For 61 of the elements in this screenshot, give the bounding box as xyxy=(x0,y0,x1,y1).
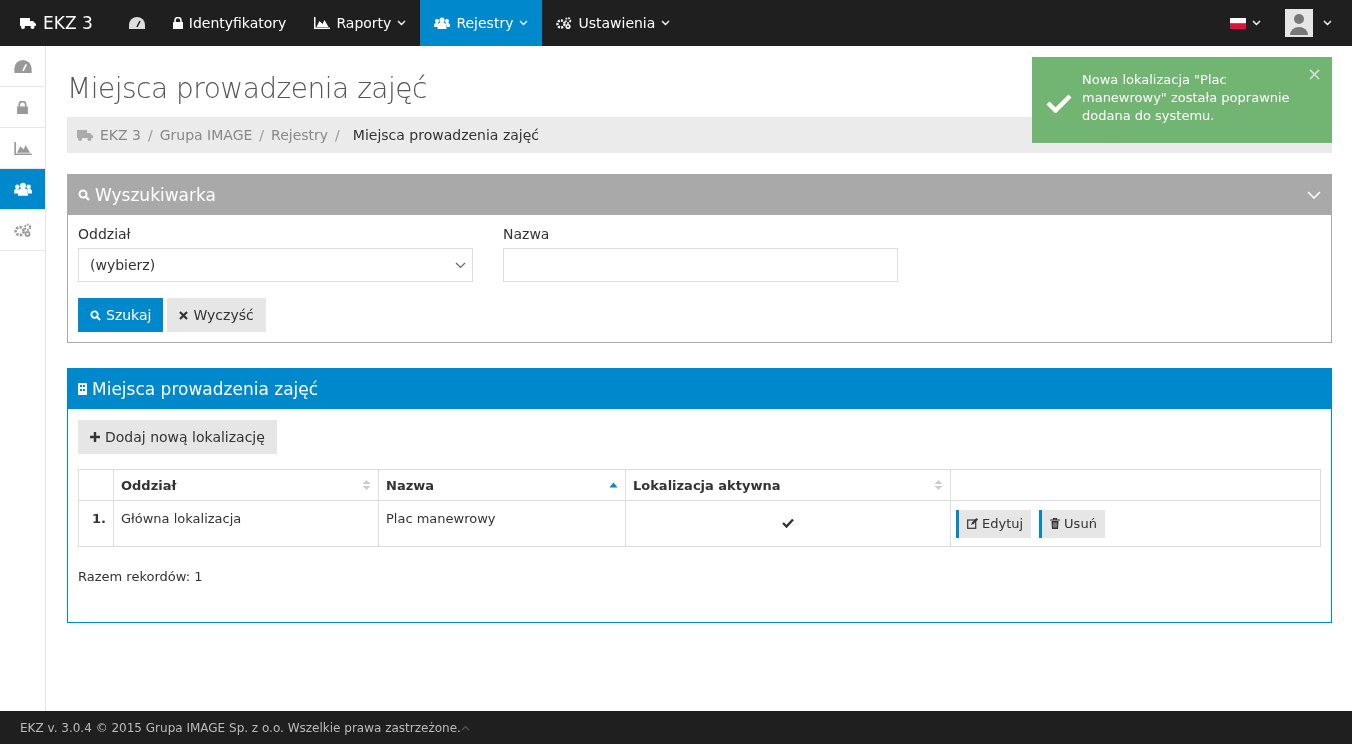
table-cell: Plac manewrowy xyxy=(378,500,626,547)
edit-button[interactable]: Edytuj xyxy=(956,509,1032,538)
delete-button[interactable]: Usuń xyxy=(1039,509,1105,538)
page-title: Miejsca prowadzenia zajęć xyxy=(67,72,427,105)
chevron-down-icon xyxy=(455,261,466,269)
area-chart-icon xyxy=(314,17,331,29)
plus-icon xyxy=(90,432,100,442)
search-button[interactable]: Szukaj xyxy=(78,298,164,332)
record-count: Razem rekordów: 1 xyxy=(78,569,204,584)
clear-button[interactable]: Wyczyść xyxy=(167,298,266,332)
field-label: Nazwa xyxy=(503,226,551,242)
breadcrumb-separator: / xyxy=(148,127,153,143)
nav-menu-item[interactable]: Raporty xyxy=(300,0,421,46)
poland-flag-icon xyxy=(1230,17,1246,29)
building-icon xyxy=(78,383,87,395)
select-field[interactable]: (wybierz) xyxy=(78,248,473,282)
column-title: Oddział xyxy=(121,477,177,493)
sidebar-item[interactable] xyxy=(0,169,45,210)
area-chart-icon xyxy=(13,141,32,155)
avatar-icon xyxy=(1285,9,1313,37)
search-icon xyxy=(90,309,101,321)
chevron-down-icon xyxy=(1323,20,1332,26)
column-title: Nazwa xyxy=(386,477,434,493)
nav-menu-item[interactable]: Identyfikatory xyxy=(158,0,301,46)
nav-menu-item[interactable]: Rejestry xyxy=(420,0,543,46)
chevron-down-icon xyxy=(1252,20,1261,26)
trash-icon xyxy=(1050,518,1061,529)
breadcrumb-separator: / xyxy=(335,127,340,143)
column-title: Lokalizacja aktywna xyxy=(633,477,781,493)
check-icon xyxy=(1046,93,1072,113)
row-number: 1. xyxy=(78,500,114,547)
chevron-up-icon[interactable] xyxy=(460,724,470,731)
add-location-button[interactable]: Dodaj nową lokalizację xyxy=(78,420,277,454)
truck-icon xyxy=(20,17,36,29)
chevron-icon[interactable] xyxy=(1307,191,1321,199)
dashboard-icon xyxy=(13,59,32,73)
users-icon xyxy=(13,182,32,196)
close-icon xyxy=(179,310,189,320)
input-field[interactable] xyxy=(503,248,898,282)
footer-text: EKZ v. 3.0.4 © 2015 Grupa IMAGE Sp. z o.o. Wszelkie prawa zastrzeżone. xyxy=(20,720,461,735)
breadcrumb-separator: / xyxy=(259,127,265,143)
column-header[interactable]: Oddział xyxy=(113,469,379,501)
brand-link[interactable]: EKZ 3 xyxy=(0,0,115,46)
gears-icon xyxy=(556,17,573,29)
edit-icon xyxy=(967,518,978,529)
breadcrumb-current: Miejsca prowadzenia zajęć xyxy=(352,127,540,143)
dashboard-icon xyxy=(128,17,145,29)
field-label: Oddział xyxy=(78,226,132,242)
column-header[interactable]: Lokalizacja aktywna xyxy=(625,469,951,501)
truck-icon xyxy=(77,129,93,141)
gears-icon xyxy=(13,223,32,237)
panel-title: Wyszukiwarka xyxy=(95,185,217,205)
users-icon xyxy=(434,17,451,29)
search-icon xyxy=(78,189,90,201)
nav-menu-item[interactable]: Ustawienia xyxy=(542,0,685,46)
column-header[interactable]: Nazwa xyxy=(378,469,626,501)
panel-title: Miejsca prowadzenia zajęć xyxy=(92,379,320,399)
lock-icon xyxy=(172,17,183,29)
lock-icon xyxy=(17,100,28,114)
notification-message: Nowa lokalizacja "Plac manewrowy" została poprawnie dodana do systemu. xyxy=(1082,71,1291,126)
table-cell: Główna lokalizacja xyxy=(113,500,379,547)
